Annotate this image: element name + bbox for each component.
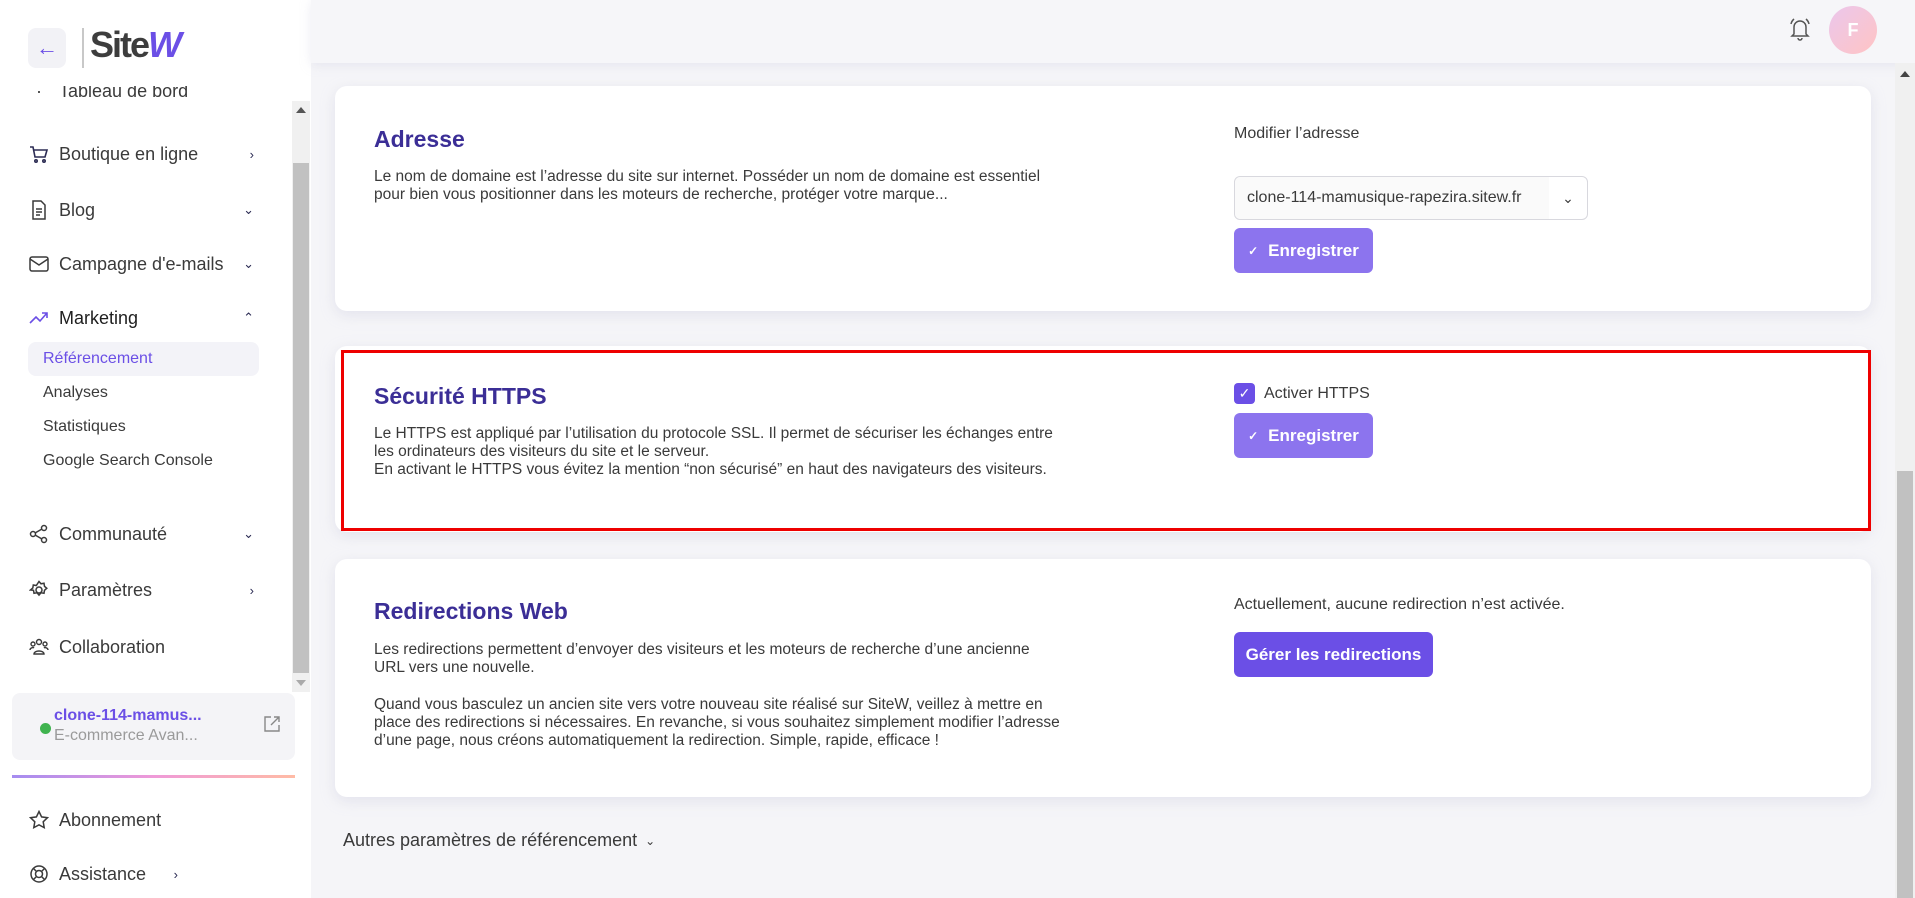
check-icon: ✓ [1238, 385, 1251, 401]
sitew-logo[interactable]: SiteW [90, 24, 182, 66]
card-redirections: Redirections Web Les redirections permet… [335, 559, 1871, 797]
sidebar-item-blog[interactable]: Blog ⌄ [28, 195, 260, 225]
chevron-down-icon: ⌄ [1562, 189, 1574, 206]
arrow-left-icon: ← [36, 35, 58, 60]
sidebar-item-marketing[interactable]: Marketing ⌃ [28, 303, 260, 333]
sidebar-scrollbar[interactable] [292, 101, 310, 692]
sidebar-nav: · Tableau de bord Boutique en ligne › Bl… [0, 86, 311, 692]
save-https-button[interactable]: ✓ Enregistrer [1234, 413, 1373, 458]
sidebar-item-tableau-de-bord[interactable]: · Tableau de bord [28, 86, 260, 106]
site-name: clone-114-mamus... [54, 707, 202, 724]
save-address-button[interactable]: ✓ Enregistrer [1234, 228, 1373, 273]
check-icon: ✓ [1248, 243, 1259, 258]
sidebar-item-parametres[interactable]: Paramètres › [28, 575, 260, 605]
card-description: Le HTTPS est appliqué par l’utilisation … [374, 425, 1053, 478]
site-plan: E-commerce Avan... [54, 727, 198, 744]
gear-icon [28, 579, 50, 601]
sidebar-subitem-analyses[interactable]: Analyses [28, 376, 259, 410]
gradient-divider [12, 775, 295, 778]
user-avatar[interactable]: F [1829, 6, 1877, 54]
chevron-down-icon: ⌄ [645, 833, 656, 848]
card-title: Sécurité HTTPS [374, 383, 547, 409]
sidebar-subitem-google-search-console[interactable]: Google Search Console [28, 444, 259, 478]
card-title: Adresse [374, 126, 465, 152]
card-description: Le nom de domaine est l’adresse du site … [374, 168, 1041, 203]
sidebar-item-collaboration[interactable]: Collaboration [28, 632, 260, 662]
external-link-icon[interactable] [263, 715, 281, 733]
check-icon: ✓ [1248, 428, 1259, 443]
sidebar-item-abonnement[interactable]: Abonnement [28, 805, 260, 835]
sidebar-item-communaute[interactable]: Communauté ⌄ [28, 519, 260, 549]
card-https: Sécurité HTTPS Le HTTPS est appliqué par… [335, 346, 1871, 532]
scroll-up-arrow-icon[interactable] [1900, 71, 1910, 77]
cart-icon [28, 143, 50, 165]
mail-icon [28, 253, 50, 275]
document-icon [28, 199, 50, 221]
main-scrollbar[interactable] [1895, 63, 1915, 898]
activate-https-checkbox[interactable]: ✓ [1234, 383, 1255, 404]
trending-up-icon [28, 307, 50, 329]
users-icon [28, 636, 50, 658]
activate-https-label[interactable]: Activer HTTPS [1264, 385, 1370, 403]
current-site-card[interactable]: clone-114-mamus... E-commerce Avan... [12, 693, 295, 760]
domain-select-value: clone-114-mamusique-rapezira.sitew.fr [1235, 177, 1549, 219]
sidebar-item-assistance[interactable]: Assistance › [28, 859, 178, 889]
top-header [311, 0, 1915, 63]
chevron-right-icon: › [249, 582, 254, 598]
card-adresse: Adresse Le nom de domaine est l’adresse … [335, 86, 1871, 311]
card-title: Redirections Web [374, 598, 568, 624]
lifebuoy-icon [28, 863, 50, 885]
sidebar-subitem-referencement[interactable]: Référencement [28, 342, 259, 376]
manage-redirections-button[interactable]: Gérer les redirections [1234, 632, 1433, 677]
dashboard-icon: · [36, 86, 42, 101]
chevron-right-icon: › [249, 146, 254, 162]
card-description: Les redirections permettent d’envoyer de… [374, 641, 1030, 676]
scroll-down-arrow-icon[interactable] [296, 680, 306, 686]
card-description-2: Quand vous basculez un ancien site vers … [374, 696, 1060, 749]
modify-address-label: Modifier l’adresse [1234, 125, 1360, 142]
chevron-up-icon: ⌃ [243, 310, 254, 325]
more-seo-settings-toggle[interactable]: Autres paramètres de référencement ⌄ [343, 830, 655, 851]
back-button[interactable]: ← [28, 28, 66, 68]
domain-select[interactable]: clone-114-mamusique-rapezira.sitew.fr ⌄ [1234, 176, 1588, 220]
chevron-down-icon: ⌄ [243, 202, 254, 217]
logo-divider [82, 28, 84, 68]
notification-bell-icon[interactable] [1788, 16, 1812, 42]
chevron-down-icon: ⌄ [243, 526, 254, 541]
sidebar-item-campagne[interactable]: Campagne d'e-mails ⌄ [28, 249, 260, 279]
sidebar-scrollbar-thumb[interactable] [293, 163, 309, 673]
sidebar-subitem-statistiques[interactable]: Statistiques [28, 410, 259, 444]
share-icon [28, 523, 50, 545]
site-status-dot [40, 723, 51, 734]
chevron-right-icon: › [173, 866, 178, 882]
star-icon [28, 809, 50, 831]
sidebar-item-boutique[interactable]: Boutique en ligne › [28, 139, 260, 169]
main-scrollbar-thumb[interactable] [1897, 471, 1913, 898]
chevron-down-icon: ⌄ [243, 256, 254, 271]
redirections-status: Actuellement, aucune redirection n’est a… [1234, 596, 1565, 613]
sidebar: ← SiteW · Tableau de bord Boutique en li… [0, 0, 311, 898]
scroll-up-arrow-icon[interactable] [296, 107, 306, 113]
